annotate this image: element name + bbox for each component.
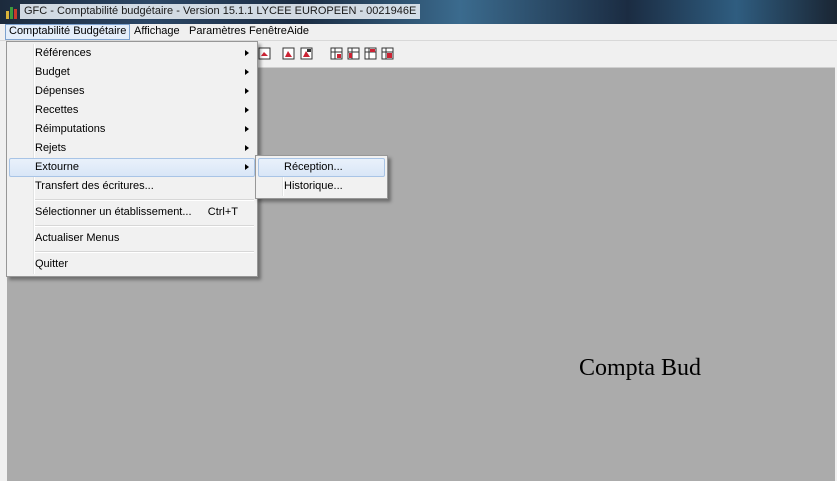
menu-parametres[interactable]: Paramètres	[186, 25, 249, 38]
menu-item-budget[interactable]: Budget	[9, 63, 255, 82]
menu-bar: Comptabilité Budgétaire Affichage Paramè…	[0, 24, 837, 41]
menu-item-actualiser-menus[interactable]: Actualiser Menus	[9, 229, 255, 248]
table-icon-4[interactable]	[381, 47, 394, 60]
menu-item-label: Recettes	[35, 104, 79, 116]
title-bar: GFC - Comptabilité budgétaire - Version …	[0, 0, 837, 24]
menu-item-references[interactable]: Références	[9, 44, 255, 63]
menu-item-label: Actualiser Menus	[35, 232, 120, 244]
menu-item-quitter[interactable]: Quitter	[9, 255, 255, 274]
table-icon-1[interactable]	[330, 47, 343, 60]
app-icon	[6, 7, 17, 19]
workspace-label: Compta Bud	[579, 355, 702, 381]
submenu-arrow-icon	[245, 107, 249, 113]
menu-separator	[35, 251, 254, 253]
menu-item-shortcut: Ctrl+T	[207, 206, 238, 218]
menu-item-label: Quitter	[35, 258, 69, 270]
menu-item-label: Rejets	[35, 142, 67, 154]
menu-item-reimputations[interactable]: Réimputations	[9, 120, 255, 139]
menu-separator	[35, 199, 254, 201]
report-print-icon[interactable]	[300, 47, 313, 60]
table-icon-2[interactable]	[347, 47, 360, 60]
menu-item-label: Budget	[35, 66, 70, 78]
submenu-arrow-icon	[245, 126, 249, 132]
menu-item-label: Historique...	[284, 180, 343, 192]
table-icon-3[interactable]	[364, 47, 377, 60]
window-title: GFC - Comptabilité budgétaire - Version …	[20, 4, 421, 19]
submenu-arrow-icon	[245, 69, 249, 75]
menu-comptabilite-budgetaire[interactable]: Comptabilité Budgétaire	[5, 24, 131, 40]
menu-item-selectionner-etablissement[interactable]: Sélectionner un établissement... Ctrl+T	[9, 203, 255, 222]
menu-item-label: Sélectionner un établissement...	[35, 206, 192, 218]
submenu-arrow-icon	[245, 50, 249, 56]
report-icon[interactable]	[258, 47, 271, 60]
menu-item-label: Dépenses	[35, 85, 85, 97]
submenu-arrow-icon	[245, 164, 249, 170]
menu-item-label: Réimputations	[35, 123, 106, 135]
menu-comptabilite-dropdown: Références Budget Dépenses Recettes Réim…	[6, 41, 258, 277]
menu-aide[interactable]: Aide	[284, 25, 312, 38]
menu-item-transfert-ecritures[interactable]: Transfert des écritures...	[9, 177, 255, 196]
menu-item-label: Références	[35, 47, 92, 59]
submenu-extourne: Réception... Historique...	[255, 155, 388, 199]
menu-item-label: Réception...	[284, 161, 343, 173]
submenu-item-historique[interactable]: Historique...	[258, 177, 385, 196]
submenu-item-reception[interactable]: Réception...	[258, 158, 385, 177]
menu-item-label: Transfert des écritures...	[35, 180, 154, 192]
submenu-arrow-icon	[245, 88, 249, 94]
menu-affichage[interactable]: Affichage	[131, 25, 183, 38]
menu-item-label: Extourne	[35, 161, 80, 173]
menu-item-depenses[interactable]: Dépenses	[9, 82, 255, 101]
menu-separator	[35, 225, 254, 227]
menu-item-rejets[interactable]: Rejets	[9, 139, 255, 158]
menu-item-extourne[interactable]: Extourne	[9, 158, 255, 177]
menu-item-recettes[interactable]: Recettes	[9, 101, 255, 120]
submenu-arrow-icon	[245, 145, 249, 151]
report-export-icon[interactable]	[282, 47, 295, 60]
